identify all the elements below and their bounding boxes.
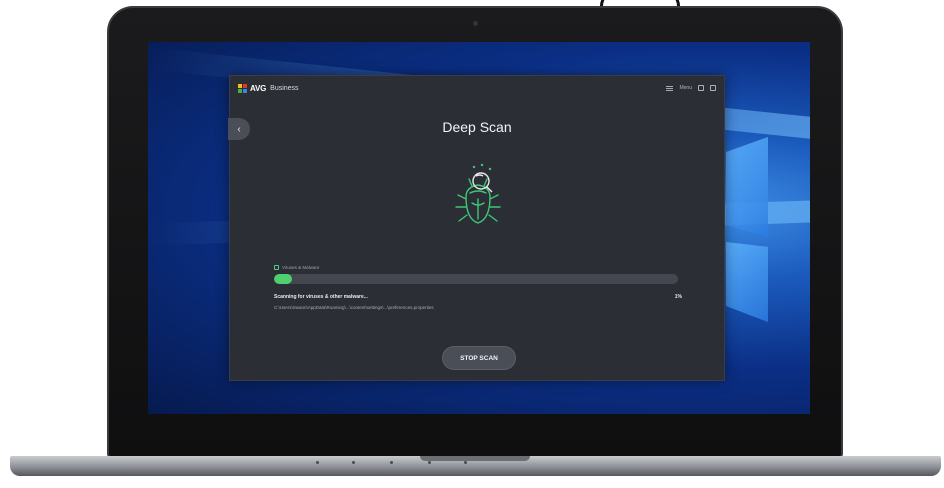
webcam-icon <box>473 21 478 26</box>
scan-status: Scanning for viruses & other malware... <box>274 294 368 300</box>
progress-bar <box>274 274 678 284</box>
laptop-base-notch <box>420 456 530 461</box>
shield-icon <box>274 265 279 270</box>
scan-area-label: Viruses & Malware <box>274 265 682 270</box>
page-title: Deep Scan <box>442 119 512 135</box>
progress-fill <box>274 274 293 284</box>
product-name: Business <box>270 84 299 92</box>
current-file-path: C:\Users\Swann\AppData\Roaming\...\conte… <box>274 305 434 310</box>
scan-progress-section: Viruses & Malware Scanning for viruses &… <box>274 265 682 310</box>
status-row: Scanning for viruses & other malware... … <box>274 294 682 300</box>
scan-percent: 1% <box>674 294 682 300</box>
bug-scan-icon <box>455 163 501 224</box>
hamburger-icon[interactable] <box>666 85 674 91</box>
base-port <box>316 461 319 464</box>
close-button[interactable] <box>710 85 716 91</box>
app-titlebar: AVG Business Menu <box>230 76 724 100</box>
base-port <box>352 461 355 464</box>
scan-area-text: Viruses & Malware <box>282 265 320 270</box>
avg-logo-icon <box>238 83 247 93</box>
windows-logo-pane <box>726 242 768 322</box>
base-port <box>464 461 467 464</box>
brand-name: AVG <box>250 83 267 93</box>
window-controls: Menu <box>666 85 716 91</box>
base-port <box>428 461 431 464</box>
windows-logo-pane <box>726 137 768 237</box>
stop-scan-button[interactable]: STOP SCAN <box>442 346 516 370</box>
avg-app-window: AVG Business Menu ‹ Deep Scan Viruses & … <box>228 75 725 381</box>
base-port <box>390 461 393 464</box>
menu-label[interactable]: Menu <box>679 85 692 91</box>
avg-logo: AVG <box>238 83 267 93</box>
minimize-button[interactable] <box>698 85 704 91</box>
